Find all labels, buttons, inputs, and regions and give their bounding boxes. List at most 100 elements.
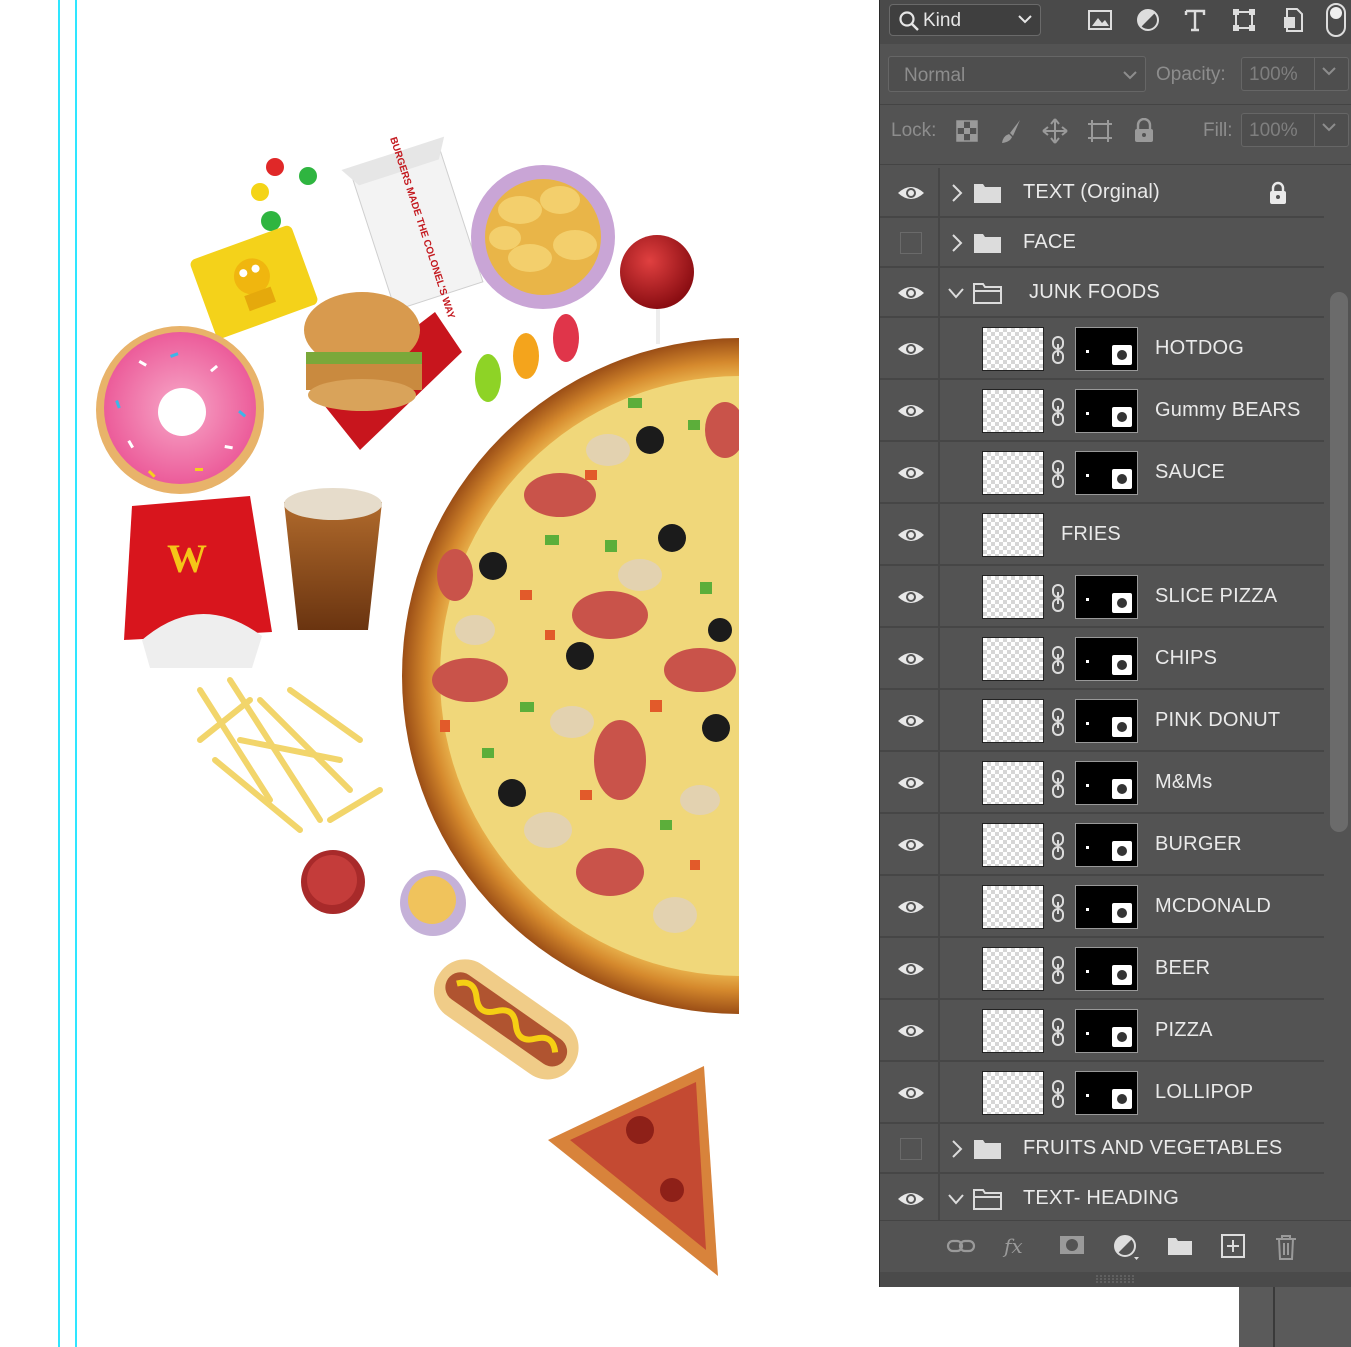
new-group-icon[interactable] xyxy=(1166,1233,1194,1257)
chevron-right-icon[interactable] xyxy=(951,233,963,258)
fill-field[interactable]: 100% xyxy=(1241,113,1349,147)
chain-link-icon[interactable] xyxy=(1049,955,1067,990)
chevron-right-icon[interactable] xyxy=(951,183,963,208)
layer-thumbnail[interactable] xyxy=(982,1071,1044,1115)
layer-thumbnail[interactable] xyxy=(982,451,1044,495)
layer-mask-thumbnail[interactable] xyxy=(1075,885,1138,929)
layer-pizza[interactable]: PIZZA xyxy=(880,1000,1324,1062)
visibility-toggle[interactable] xyxy=(880,218,940,266)
chevron-right-icon[interactable] xyxy=(951,1139,963,1164)
layer-pink-donut[interactable]: PINK DONUT xyxy=(880,690,1324,752)
layer-beer[interactable]: BEER xyxy=(880,938,1324,1000)
filter-type-layers-icon[interactable] xyxy=(1181,6,1209,34)
layer-thumbnail[interactable] xyxy=(982,885,1044,929)
lock-position-icon[interactable] xyxy=(1042,118,1068,144)
layer-chips[interactable]: CHIPS xyxy=(880,628,1324,690)
visibility-toggle[interactable] xyxy=(880,938,940,998)
layer-fries[interactable]: FRIES xyxy=(880,504,1324,566)
layer-burger[interactable]: BURGER xyxy=(880,814,1324,876)
filter-adjustment-layers-icon[interactable] xyxy=(1134,6,1162,34)
add-mask-icon[interactable] xyxy=(1058,1233,1086,1257)
layer-thumbnail[interactable] xyxy=(982,637,1044,681)
visibility-toggle[interactable] xyxy=(880,566,940,626)
lock-image-pixels-icon[interactable] xyxy=(1000,118,1024,144)
layer-lollipop[interactable]: LOLLIPOP xyxy=(880,1062,1324,1124)
visibility-toggle[interactable] xyxy=(880,442,940,502)
new-layer-icon[interactable] xyxy=(1220,1233,1246,1259)
layer-thumbnail[interactable] xyxy=(982,575,1044,619)
visibility-toggle[interactable] xyxy=(880,1000,940,1060)
link-layers-icon[interactable] xyxy=(946,1233,976,1259)
layer-group-fruits-and-vegetables[interactable]: FRUITS AND VEGETABLES xyxy=(880,1124,1324,1174)
visibility-toggle[interactable] xyxy=(880,876,940,936)
layer-mcdonald[interactable]: MCDONALD xyxy=(880,876,1324,938)
layer-thumbnail[interactable] xyxy=(982,761,1044,805)
layer-thumbnail[interactable] xyxy=(982,513,1044,557)
chevron-down-icon[interactable] xyxy=(947,1192,965,1211)
lock-all-icon[interactable] xyxy=(1133,118,1155,144)
visibility-toggle[interactable] xyxy=(880,168,940,216)
layer-mask-thumbnail[interactable] xyxy=(1075,575,1138,619)
layer-mask-thumbnail[interactable] xyxy=(1075,1071,1138,1115)
chain-link-icon[interactable] xyxy=(1049,893,1067,928)
layer-mask-thumbnail[interactable] xyxy=(1075,451,1138,495)
layer-group-face[interactable]: FACE xyxy=(880,218,1324,268)
layer-thumbnail[interactable] xyxy=(982,327,1044,371)
layer-slice-pizza[interactable]: SLICE PIZZA xyxy=(880,566,1324,628)
layer-mask-thumbnail[interactable] xyxy=(1075,389,1138,433)
layer-group-text-orginal[interactable]: TEXT (Orginal) xyxy=(880,168,1324,218)
layer-thumbnail[interactable] xyxy=(982,389,1044,433)
filter-kind-dropdown[interactable]: Kind xyxy=(889,4,1041,36)
chain-link-icon[interactable] xyxy=(1049,335,1067,370)
new-adjustment-layer-icon[interactable] xyxy=(1112,1233,1140,1261)
chain-link-icon[interactable] xyxy=(1049,583,1067,618)
layer-mask-thumbnail[interactable] xyxy=(1075,699,1138,743)
visibility-toggle[interactable] xyxy=(880,1124,940,1172)
layer-thumbnail[interactable] xyxy=(982,823,1044,867)
layer-sauce[interactable]: SAUCE xyxy=(880,442,1324,504)
visibility-toggle[interactable] xyxy=(880,1062,940,1122)
filter-pixel-layers-icon[interactable] xyxy=(1086,6,1114,34)
chain-link-icon[interactable] xyxy=(1049,1017,1067,1052)
filter-shape-layers-icon[interactable] xyxy=(1230,6,1258,34)
lock-artboard-icon[interactable] xyxy=(1086,118,1114,144)
layer-gummy-bears[interactable]: Gummy BEARS xyxy=(880,380,1324,442)
opacity-field[interactable]: 100% xyxy=(1241,57,1349,91)
layer-thumbnail[interactable] xyxy=(982,947,1044,991)
layer-mask-thumbnail[interactable] xyxy=(1075,947,1138,991)
visibility-toggle[interactable] xyxy=(880,504,940,564)
layer-mask-thumbnail[interactable] xyxy=(1075,823,1138,867)
visibility-toggle[interactable] xyxy=(880,690,940,750)
visibility-toggle[interactable] xyxy=(880,814,940,874)
chain-link-icon[interactable] xyxy=(1049,1079,1067,1114)
blend-mode-dropdown[interactable]: Normal xyxy=(888,56,1146,92)
panel-resize-grip[interactable] xyxy=(880,1272,1351,1287)
layer-mask-thumbnail[interactable] xyxy=(1075,1009,1138,1053)
layer-mask-thumbnail[interactable] xyxy=(1075,327,1138,371)
visibility-toggle[interactable] xyxy=(880,628,940,688)
layer-thumbnail[interactable] xyxy=(982,1009,1044,1053)
fx-icon[interactable]: fx xyxy=(1002,1233,1032,1261)
chevron-down-icon[interactable] xyxy=(947,286,965,305)
visibility-toggle[interactable] xyxy=(880,752,940,812)
layer-m-ms[interactable]: M&Ms xyxy=(880,752,1324,814)
visibility-toggle[interactable] xyxy=(880,1174,940,1222)
chain-link-icon[interactable] xyxy=(1049,459,1067,494)
layer-group-junk-foods[interactable]: JUNK FOODS xyxy=(880,268,1324,318)
visibility-toggle[interactable] xyxy=(880,380,940,440)
document-canvas[interactable]: BURGERS MADE THE COLONEL'S WAY W xyxy=(0,0,880,1347)
chain-link-icon[interactable] xyxy=(1049,397,1067,432)
filter-smart-objects-icon[interactable] xyxy=(1279,6,1307,34)
lock-transparent-pixels-icon[interactable] xyxy=(956,120,978,142)
delete-layer-icon[interactable] xyxy=(1274,1233,1298,1261)
chain-link-icon[interactable] xyxy=(1049,707,1067,742)
visibility-toggle[interactable] xyxy=(880,268,940,316)
chain-link-icon[interactable] xyxy=(1049,831,1067,866)
layer-mask-thumbnail[interactable] xyxy=(1075,637,1138,681)
chain-link-icon[interactable] xyxy=(1049,645,1067,680)
filter-toggle-switch[interactable] xyxy=(1325,2,1347,38)
layer-hotdog[interactable]: HOTDOG xyxy=(880,318,1324,380)
visibility-toggle[interactable] xyxy=(880,318,940,378)
layer-mask-thumbnail[interactable] xyxy=(1075,761,1138,805)
layer-group-text-heading[interactable]: TEXT- HEADING xyxy=(880,1174,1324,1224)
